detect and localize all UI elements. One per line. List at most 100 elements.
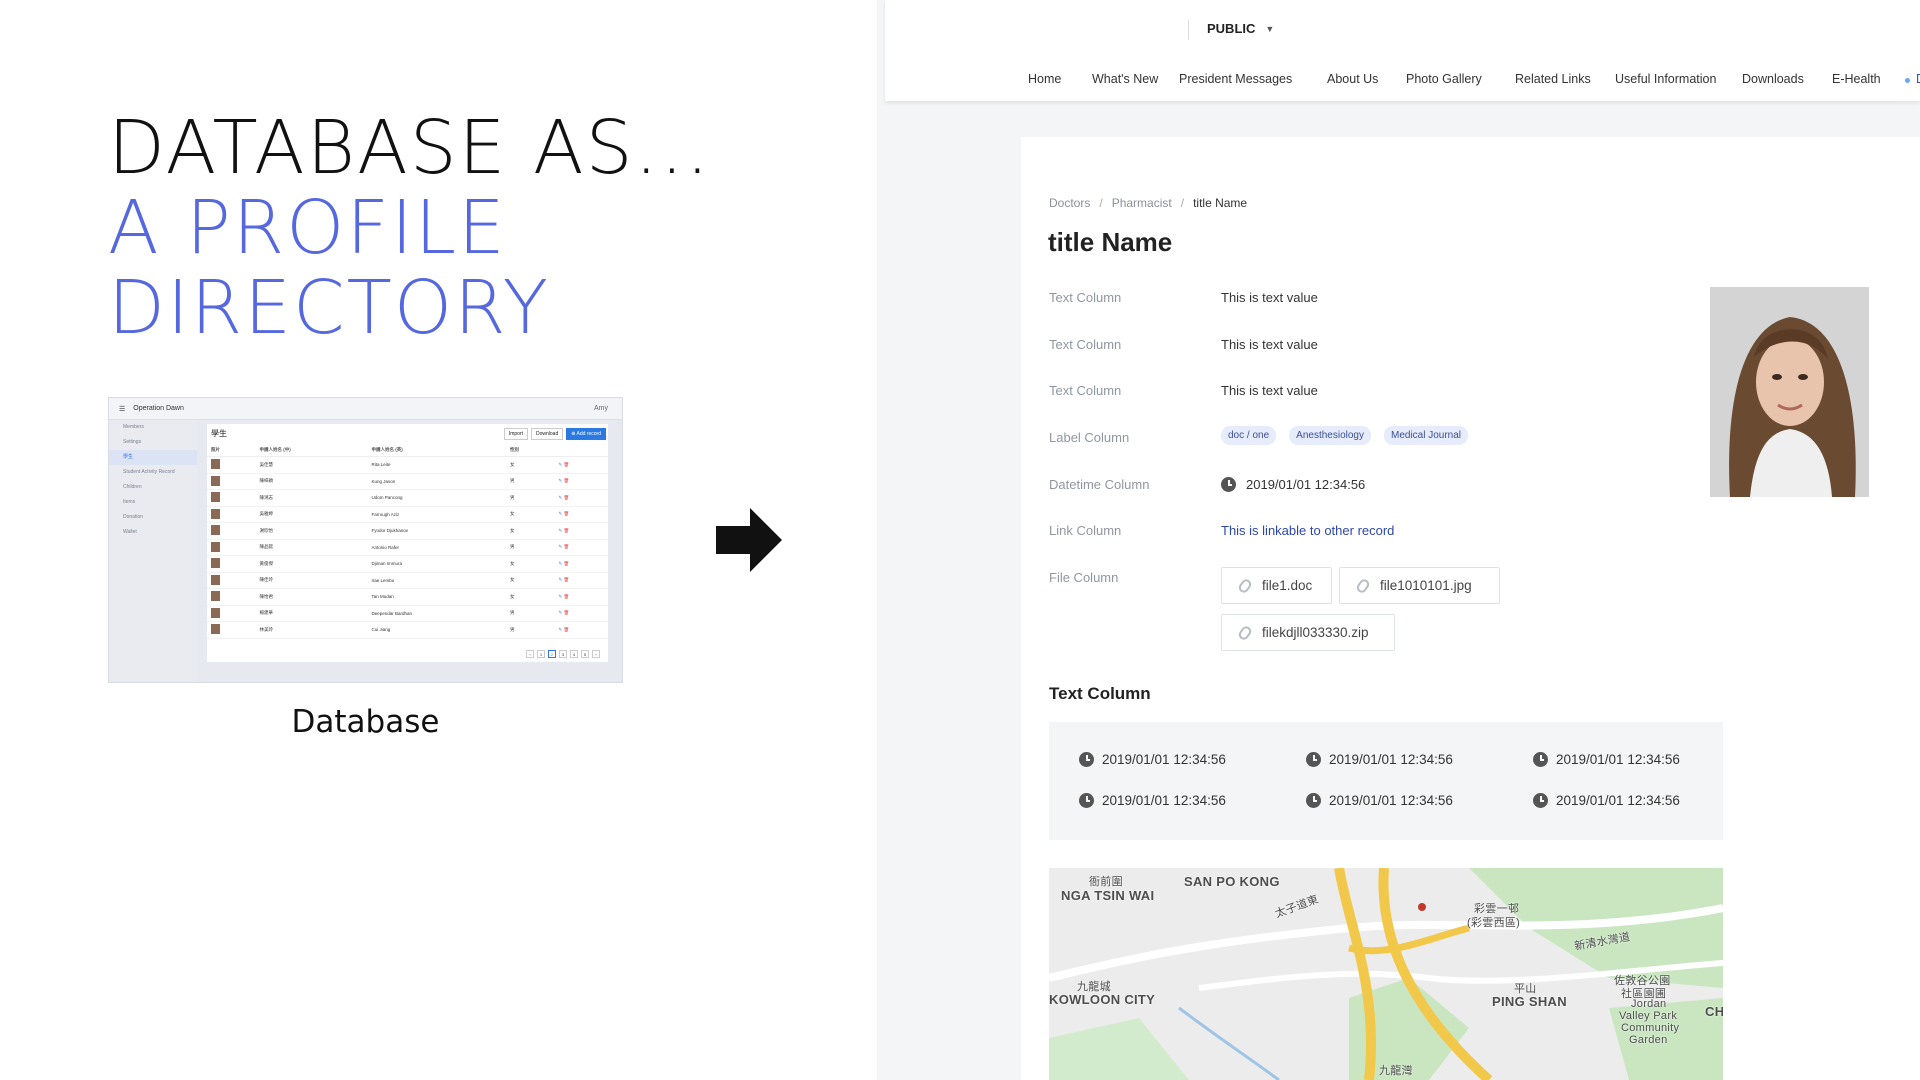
db-col-header: 申請人姓名 (中) (255, 444, 368, 457)
db-cell: 陳品鋐 (255, 539, 368, 556)
db-cell: 女 (505, 572, 555, 589)
edit-icon: ✎ (558, 461, 563, 467)
db-cell: 男 (505, 605, 555, 622)
file-name: file1010101.jpg (1380, 578, 1472, 593)
avatar (211, 525, 220, 536)
db-table-row: 陳梓穎 Kung Jason 男 ✎ 🗑 (207, 473, 608, 490)
nav-truncated-item[interactable]: D (1916, 72, 1920, 86)
database-caption: Database (291, 704, 440, 740)
profile-page-screenshot: PUBLIC ▼ Home What's New President Messa… (877, 0, 1920, 1080)
edit-icon: ✎ (558, 560, 563, 566)
db-cell: 謝欣怡 (255, 522, 368, 540)
db-cell: Irae Lembu (367, 572, 506, 589)
db-cell: 男 (505, 621, 555, 639)
db-user: Amy (594, 405, 608, 412)
menu-icon: ☰ (119, 405, 126, 413)
datetime-text: 2019/01/01 12:34:56 (1246, 477, 1366, 492)
slide-heading: DATABASE AS... A PROFILE DIRECTORY (108, 108, 711, 348)
clock-icon (1306, 793, 1321, 808)
record-link[interactable]: This is linkable to other record (1221, 523, 1394, 538)
db-table-row: 吳佳慧 Rita Leite 女 ✎ 🗑 (207, 456, 608, 474)
breadcrumb-doctors[interactable]: Doctors (1049, 196, 1090, 210)
map-label: NGA TSIN WAI (1061, 888, 1155, 903)
field-label: Text Column (1049, 337, 1122, 352)
timestamp-item: 2019/01/01 12:34:56 (1533, 752, 1680, 767)
db-cell: Fyodor Djukhanov (367, 522, 506, 540)
avatar (211, 574, 220, 585)
file-attachment[interactable]: filekdjll033330.zip (1221, 614, 1395, 651)
edit-icon: ✎ (558, 511, 563, 517)
timestamp-text: 2019/01/01 12:34:56 (1329, 793, 1453, 808)
field-row: Text Column This is text value (1049, 337, 1549, 357)
db-cell: 男 (505, 473, 555, 490)
db-download-button: Download (530, 428, 564, 440)
scope-label: PUBLIC (1207, 21, 1256, 36)
timestamp-grid: 2019/01/01 12:34:56 2019/01/01 12:34:56 … (1049, 722, 1723, 840)
db-table-row: 黃俊傑 Djiman Immura 女 ✎ 🗑 (207, 555, 608, 573)
nav-related-links[interactable]: Related Links (1515, 72, 1591, 86)
delete-icon: 🗑 (563, 527, 570, 533)
nav-about-us[interactable]: About Us (1327, 72, 1378, 86)
nav-president-messages[interactable]: President Messages (1179, 72, 1292, 86)
db-sidebar-item: Items (123, 499, 136, 505)
db-table-row: 吳雅婷 Farrough Aziz 女 ✎ 🗑 (207, 506, 608, 523)
db-import-button: Import (503, 428, 528, 440)
location-map[interactable]: 衙前圍 NGA TSIN WAI SAN PO KONG 彩雲一邨 (彩雲西區)… (1049, 868, 1723, 1080)
map-label: Jordan (1631, 998, 1667, 1010)
field-label: File Column (1049, 570, 1119, 585)
field-value: This is text value (1221, 383, 1318, 398)
avatar (211, 607, 220, 618)
breadcrumb-pharmacist[interactable]: Pharmacist (1112, 196, 1172, 210)
clock-icon (1306, 752, 1321, 767)
file-attachment[interactable]: file1.doc (1221, 567, 1332, 604)
db-cell: 女 (505, 588, 555, 606)
edit-icon: ✎ (558, 626, 563, 632)
db-cell: Antonio Rafer (367, 539, 506, 556)
datetime-value: 2019/01/01 12:34:56 (1221, 477, 1365, 492)
main-nav: Home What's New President Messages About… (885, 72, 1920, 92)
arrow-right-icon (716, 508, 782, 572)
edit-icon: ✎ (558, 610, 563, 616)
db-table-row: 陳佳玲 Irae Lembu 女 ✎ 🗑 (207, 572, 608, 589)
field-label: Link Column (1049, 523, 1122, 538)
db-cell: 男 (505, 489, 555, 507)
field-row: Datetime Column 2019/01/01 12:34:56 (1049, 477, 1549, 497)
nav-useful-information[interactable]: Useful Information (1615, 72, 1716, 86)
delete-icon: 🗑 (563, 610, 570, 616)
clock-icon (1221, 477, 1236, 492)
db-sidebar-item: Settings (123, 439, 142, 445)
nav-whats-new[interactable]: What's New (1092, 72, 1158, 86)
timestamp-text: 2019/01/01 12:34:56 (1102, 752, 1226, 767)
timestamp-item: 2019/01/01 12:34:56 (1306, 752, 1453, 767)
db-cell: 陳鴻志 (255, 489, 368, 507)
nav-downloads[interactable]: Downloads (1742, 72, 1804, 86)
field-value: This is text value (1221, 290, 1318, 305)
nav-home[interactable]: Home (1028, 72, 1061, 86)
delete-icon: 🗑 (563, 544, 570, 550)
db-cell: Rita Leite (367, 456, 506, 474)
db-cell: 楊建華 (255, 605, 368, 622)
clock-icon (1533, 793, 1548, 808)
delete-icon: 🗑 (563, 626, 570, 632)
db-cell: 林美玲 (255, 621, 368, 639)
scope-dropdown[interactable]: PUBLIC ▼ (1207, 21, 1274, 36)
file-attachment[interactable]: file1010101.jpg (1339, 567, 1500, 604)
db-cell: 陳佳玲 (255, 572, 368, 589)
nav-e-health[interactable]: E-Health (1832, 72, 1881, 86)
file-name: file1.doc (1262, 578, 1313, 593)
db-sidebar-item: Donation (123, 514, 144, 520)
timestamp-item: 2019/01/01 12:34:56 (1533, 793, 1680, 808)
tag: doc / one (1221, 426, 1277, 445)
timestamp-text: 2019/01/01 12:34:56 (1556, 752, 1680, 767)
avatar (211, 475, 220, 486)
map-label: CH (1705, 1004, 1723, 1019)
clock-icon (1533, 752, 1548, 767)
map-label: Garden (1629, 1034, 1668, 1046)
edit-icon: ✎ (558, 478, 563, 484)
db-sidebar-item: Members (123, 424, 144, 430)
tag: Anesthesiology (1289, 426, 1371, 445)
db-cell: 女 (505, 506, 555, 523)
paperclip-icon (1354, 576, 1372, 595)
delete-icon: 🗑 (563, 511, 570, 517)
nav-photo-gallery[interactable]: Photo Gallery (1406, 72, 1482, 86)
